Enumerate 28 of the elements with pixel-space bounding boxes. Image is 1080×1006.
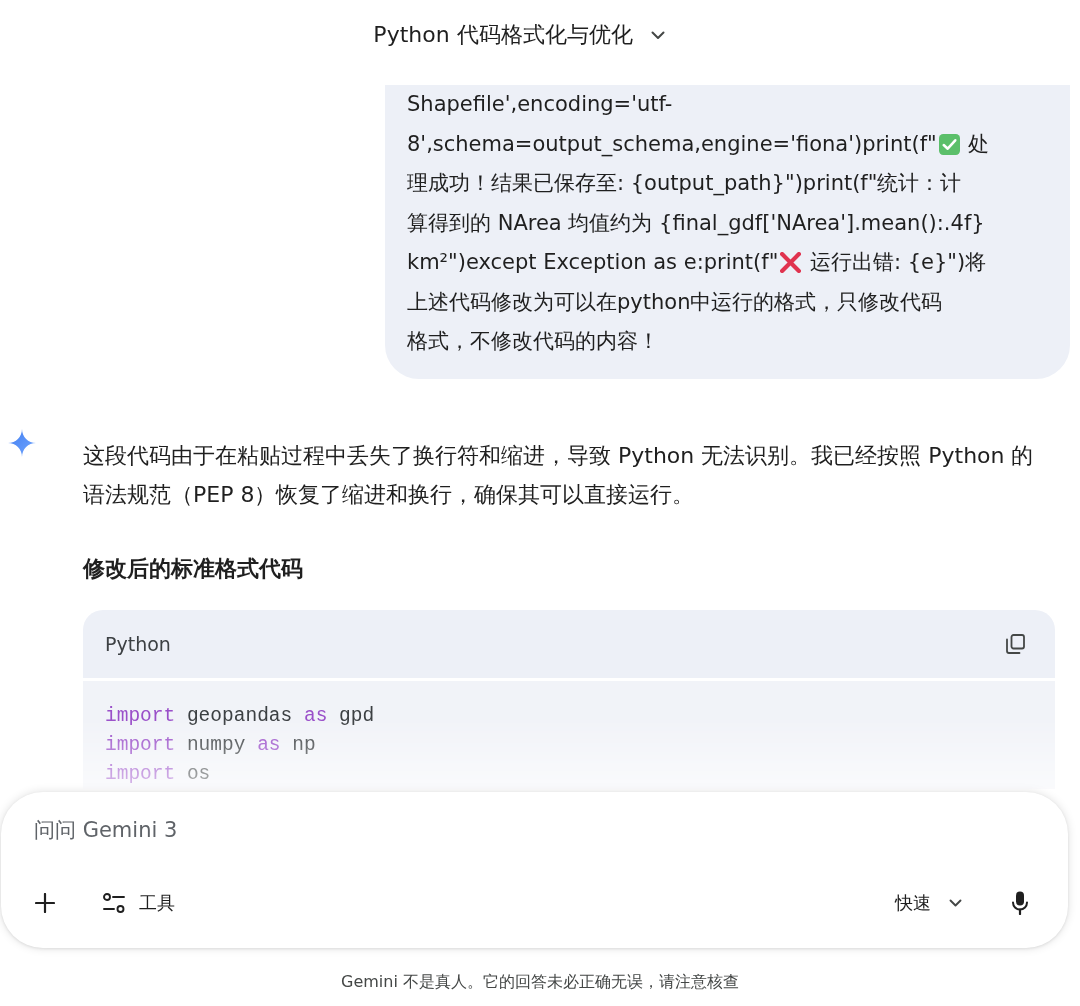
tools-button[interactable]: 工具	[97, 887, 181, 919]
message-text: km²")except Exception as e:print(f"	[407, 250, 779, 274]
cross-mark-icon	[780, 252, 802, 273]
message-text: 算得到的 NArea 均值约为 {final_gdf['NArea'].mean():.4f}	[407, 210, 985, 235]
response-text: 这段代码由于在粘贴过程中丢失了换行符和缩进，导致 Python 无法识别。我已经按照 Python 的语法规范（PEP 8）恢复了缩进和换行，确保其可以直接运行。	[83, 441, 1035, 509]
message-text: 理成功！结果已保存至: {output_path}")print(f"统计：计	[407, 171, 962, 195]
code-line: import os	[105, 761, 211, 787]
message-text: 格式，不修改代码的内容！	[407, 329, 659, 353]
message-text: 上述代码修改为可以在python中运行的格式，只修改代码	[407, 289, 943, 314]
check-mark-icon	[938, 133, 960, 155]
copy-icon	[1006, 633, 1025, 654]
sliders-icon	[103, 893, 125, 913]
message-text: 处	[967, 131, 990, 156]
caret-icon	[650, 30, 665, 40]
prompt-input[interactable]: 问问 Gemini 3	[34, 810, 1014, 850]
caret-icon	[949, 899, 962, 907]
chat-title-button[interactable]: Python 代码格式化与优化	[367, 16, 671, 54]
code-line: import numpy as np	[105, 732, 316, 758]
plus-icon	[35, 893, 55, 913]
section-heading: 修改后的标准格式代码	[83, 554, 304, 583]
mode-selector[interactable]: 快速	[889, 887, 968, 919]
disclaimer-text: Gemini 不是真人。它的回答未必正确无误，请注意核查	[341, 971, 739, 993]
code-line: import geopandas as gpd	[105, 703, 375, 729]
message-text: Shapefile',encoding='utf-	[407, 92, 673, 116]
message-text: 8',schema=output_schema,engine='fiona')print(f"	[407, 131, 937, 156]
microphone-icon	[1012, 891, 1028, 915]
code-language-label: Python	[105, 632, 171, 655]
message-text: 运行出错: {e}")将	[808, 250, 987, 274]
